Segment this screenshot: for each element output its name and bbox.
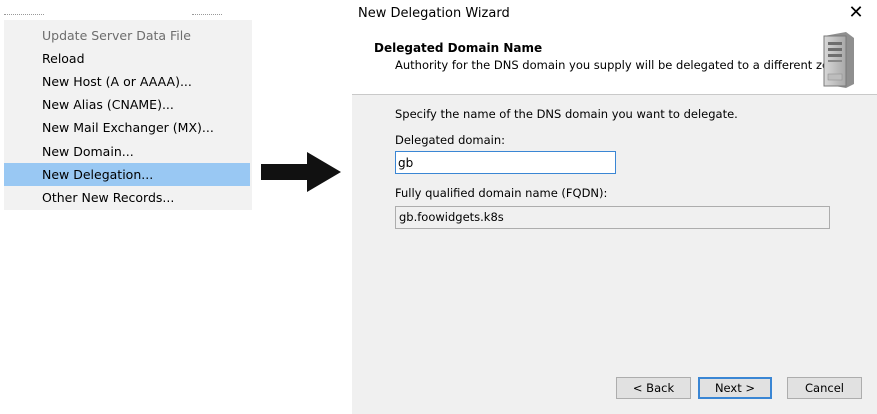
- back-button[interactable]: < Back: [616, 377, 691, 399]
- cancel-button[interactable]: Cancel: [787, 377, 862, 399]
- menu-item-reload[interactable]: Reload: [4, 47, 250, 70]
- page-subtitle: Authority for the DNS domain you supply …: [395, 58, 848, 72]
- menu-item-new-domain[interactable]: New Domain...: [4, 140, 250, 163]
- right-arrow-icon: [261, 152, 341, 192]
- next-button[interactable]: Next >: [698, 377, 772, 399]
- delegated-domain-input[interactable]: [395, 151, 616, 174]
- page-title: Delegated Domain Name: [374, 41, 543, 55]
- wizard-body: Specify the name of the DNS domain you w…: [352, 94, 877, 414]
- instruction-text: Specify the name of the DNS domain you w…: [395, 107, 738, 121]
- menu-item-new-host[interactable]: New Host (A or AAAA)...: [4, 70, 250, 93]
- menu-item-new-delegation[interactable]: New Delegation...: [4, 163, 250, 186]
- close-icon[interactable]: ✕: [846, 0, 866, 26]
- fqdn-field: gb.foowidgets.k8s: [395, 206, 830, 229]
- menu-edge-divider: [192, 14, 222, 18]
- window-title: New Delegation Wizard: [358, 6, 510, 21]
- delegated-domain-label: Delegated domain:: [395, 133, 506, 147]
- menu-item-new-mail-exchanger[interactable]: New Mail Exchanger (MX)...: [4, 116, 250, 139]
- menu-item-update-server-data-file: Update Server Data File: [42, 28, 191, 43]
- server-tower-icon: [823, 32, 854, 88]
- new-delegation-wizard: New Delegation Wizard ✕ Delegated Domain…: [352, 0, 877, 414]
- menu-item-new-alias[interactable]: New Alias (CNAME)...: [4, 93, 250, 116]
- menu-item-other-new-records[interactable]: Other New Records...: [4, 186, 250, 209]
- fqdn-label: Fully qualified domain name (FQDN):: [395, 186, 608, 200]
- menu-edge-divider: [4, 14, 44, 18]
